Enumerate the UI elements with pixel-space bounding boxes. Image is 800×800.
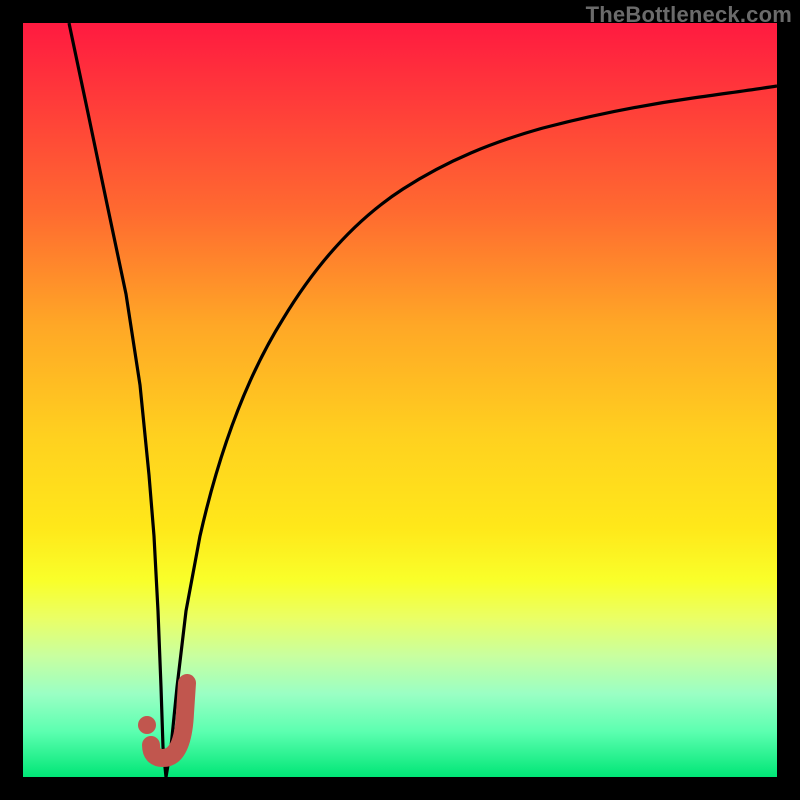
j-marker-hook [151, 683, 187, 758]
plot-area [23, 23, 777, 777]
watermark-text: TheBottleneck.com [586, 2, 792, 28]
bottleneck-curve [69, 23, 777, 777]
chart-svg [23, 23, 777, 777]
j-marker-dot [138, 716, 156, 734]
